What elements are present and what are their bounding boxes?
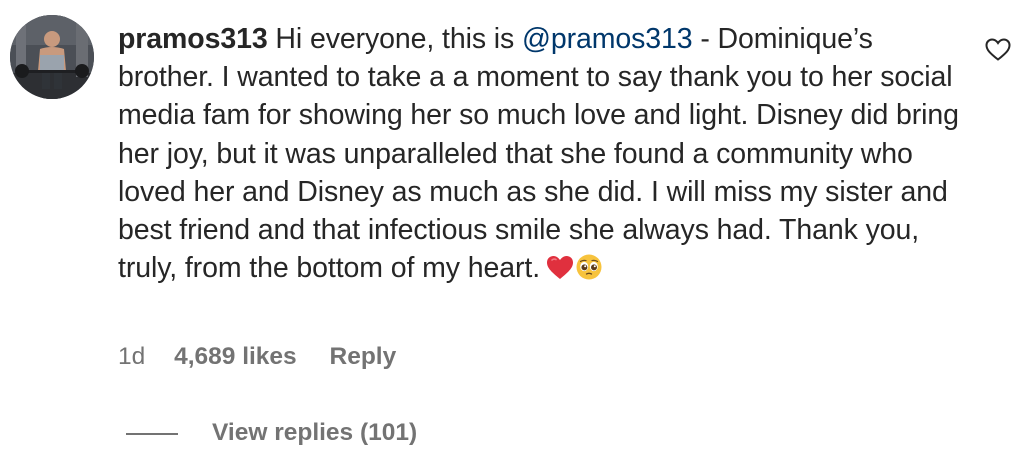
- comment-username[interactable]: pramos313: [118, 23, 268, 55]
- comment-text-part-1: Hi everyone, this is: [267, 23, 523, 55]
- comment-age: 1d: [118, 343, 146, 370]
- mention-link[interactable]: @pramos313: [522, 23, 693, 55]
- comment-meta: 1d 4,689 likes Reply: [118, 343, 396, 371]
- likes-count[interactable]: 4,689 likes: [174, 343, 297, 371]
- comment-body: pramos313 Hi everyone, this is @pramos31…: [118, 20, 963, 291]
- red-heart-emoji: [546, 253, 574, 291]
- avatar[interactable]: [10, 15, 94, 99]
- comment-text-part-2: - Dominique’s brother. I wanted to take …: [118, 23, 959, 285]
- pleading-face-emoji: [575, 253, 603, 291]
- reply-button[interactable]: Reply: [330, 343, 397, 371]
- comment: pramos313 Hi everyone, this is @pramos31…: [0, 0, 1024, 461]
- heart-outline-icon[interactable]: [985, 38, 1011, 62]
- view-replies-button[interactable]: View replies (101): [212, 419, 417, 447]
- replies-divider: [126, 433, 178, 435]
- avatar-image: [10, 15, 94, 99]
